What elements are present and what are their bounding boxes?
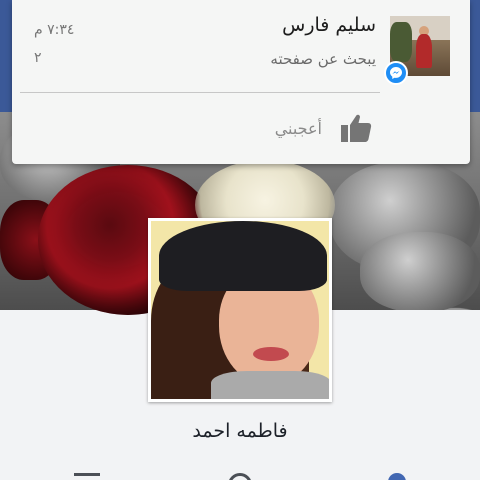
messenger-notification[interactable]: سليم فارس يبحث عن صفحته ٧:٣٤ م ٢ أعجبني	[12, 0, 470, 164]
globe-icon[interactable]	[228, 473, 252, 480]
profile-name: فاطمه احمد	[192, 420, 288, 442]
notification-time: ٧:٣٤ م	[34, 22, 75, 38]
like-button[interactable]: أعجبني	[252, 106, 382, 150]
like-button-label: أعجبني	[274, 119, 322, 138]
messenger-icon	[384, 61, 408, 85]
menu-icon[interactable]	[74, 473, 100, 476]
profile-action-bar	[0, 465, 480, 480]
person-icon[interactable]	[388, 473, 406, 480]
profile-picture[interactable]	[148, 218, 332, 402]
notification-divider	[20, 92, 380, 93]
notification-count: ٢	[34, 50, 42, 66]
thumbs-up-icon	[338, 110, 374, 150]
notification-message: يبحث عن صفحته	[270, 50, 376, 68]
notification-sender-name: سليم فارس	[282, 14, 376, 36]
